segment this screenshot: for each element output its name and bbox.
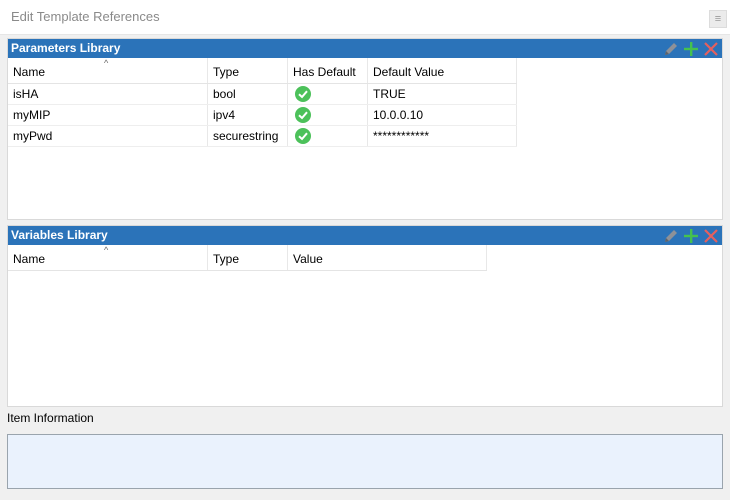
x-icon xyxy=(704,228,718,243)
column-header-type[interactable]: Type xyxy=(208,245,288,270)
item-information-label: Item Information xyxy=(7,411,94,425)
pencil-icon xyxy=(665,229,677,242)
delete-variable-button[interactable] xyxy=(702,227,720,245)
parameters-library-title: Parameters Library xyxy=(11,41,121,55)
checkmark-icon xyxy=(295,86,311,102)
column-header-value[interactable]: Value xyxy=(288,245,487,270)
checkmark-icon xyxy=(295,107,311,123)
pencil-icon xyxy=(665,42,677,55)
item-information-box[interactable] xyxy=(7,434,723,489)
column-header-default-value[interactable]: Default Value xyxy=(368,58,517,83)
param-name: myMIP xyxy=(8,105,208,125)
param-type: securestring xyxy=(208,126,288,146)
column-header-name[interactable]: Name xyxy=(8,58,208,83)
variables-grid: ^ Name Type Value xyxy=(8,245,487,271)
column-header-type[interactable]: Type xyxy=(208,58,288,83)
checkmark-icon xyxy=(295,128,311,144)
variables-library-title: Variables Library xyxy=(11,228,108,242)
parameters-grid: ^ Name Type Has Default Default Value is… xyxy=(8,58,517,147)
param-has-default xyxy=(288,84,368,104)
x-icon xyxy=(704,41,718,56)
table-row[interactable]: myPwd securestring ************ xyxy=(8,126,517,147)
close-button[interactable]: ≡ xyxy=(709,10,727,28)
param-name: isHA xyxy=(8,84,208,104)
plus-icon xyxy=(684,41,698,56)
add-parameter-button[interactable] xyxy=(682,40,700,58)
parameters-library-panel: Parameters Library ^ Name Type Has Defau… xyxy=(7,38,723,220)
param-type: bool xyxy=(208,84,288,104)
plus-icon xyxy=(684,228,698,243)
column-header-name[interactable]: Name xyxy=(8,245,208,270)
delete-parameter-button[interactable] xyxy=(702,40,720,58)
variables-library-panel: Variables Library ^ Name Type Value xyxy=(7,225,723,407)
param-has-default xyxy=(288,105,368,125)
param-default-value: TRUE xyxy=(368,84,517,104)
table-row[interactable]: isHA bool TRUE xyxy=(8,84,517,105)
variables-header-row: ^ Name Type Value xyxy=(8,245,487,271)
close-icon: ≡ xyxy=(714,13,722,25)
window-title: Edit Template References xyxy=(11,9,160,24)
param-type: ipv4 xyxy=(208,105,288,125)
param-has-default xyxy=(288,126,368,146)
param-name: myPwd xyxy=(8,126,208,146)
table-row[interactable]: myMIP ipv4 10.0.0.10 xyxy=(8,105,517,126)
edit-variable-button[interactable] xyxy=(662,227,680,245)
edit-parameter-button[interactable] xyxy=(662,40,680,58)
parameters-library-header: Parameters Library xyxy=(8,39,722,58)
add-variable-button[interactable] xyxy=(682,227,700,245)
title-bar: Edit Template References ≡ xyxy=(0,0,730,35)
column-header-has-default[interactable]: Has Default xyxy=(288,58,368,83)
param-default-value: 10.0.0.10 xyxy=(368,105,517,125)
parameters-header-row: ^ Name Type Has Default Default Value xyxy=(8,58,517,84)
param-default-value: ************ xyxy=(368,126,517,146)
variables-library-header: Variables Library xyxy=(8,226,722,245)
